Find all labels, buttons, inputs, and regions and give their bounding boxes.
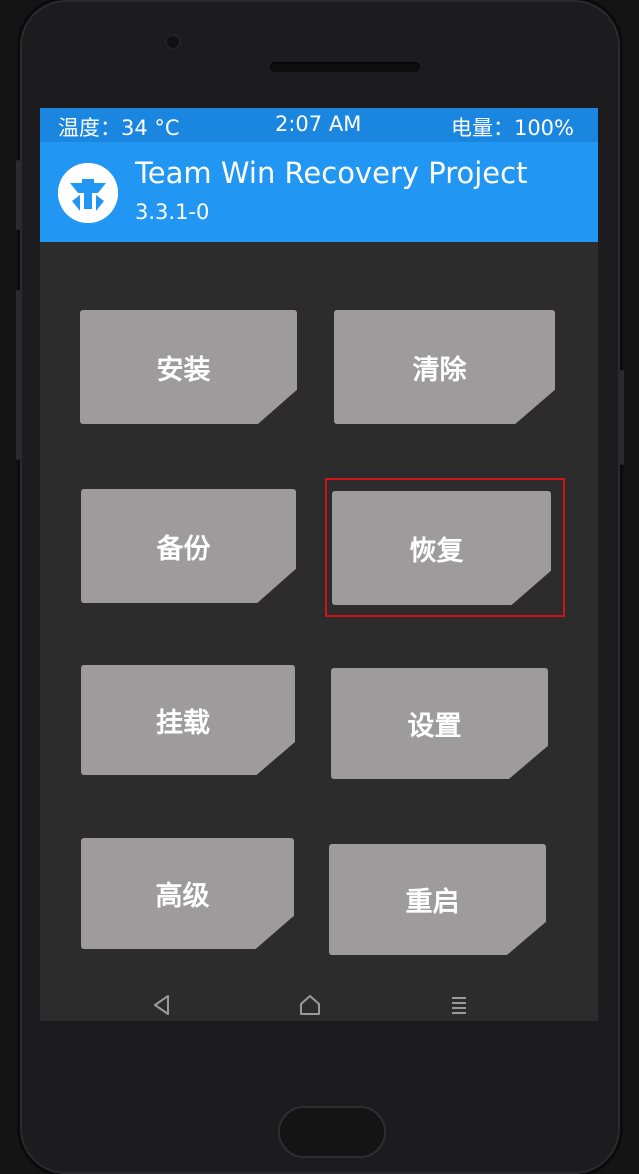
- restore-highlight-box: [325, 478, 565, 617]
- install-button[interactable]: 安装: [80, 310, 297, 424]
- status-bar: 温度：34 °C 2:07 AM 电量：100%: [40, 108, 598, 142]
- mount-label: 挂载: [156, 707, 210, 739]
- backup-button[interactable]: 备份: [81, 489, 296, 603]
- app-title: Team Win Recovery Project: [135, 156, 528, 190]
- wipe-label: 清除: [412, 354, 467, 386]
- twrp-logo-icon: [58, 163, 118, 223]
- volume-button: [16, 290, 20, 460]
- settings-label: 设置: [407, 711, 462, 742]
- settings-button[interactable]: 设置: [331, 668, 548, 779]
- home-button[interactable]: [280, 988, 340, 1021]
- earpiece: [270, 62, 420, 72]
- recovery-screen: 温度：34 °C 2:07 AM 电量：100% Team Win Recove…: [40, 108, 598, 1021]
- clock: 2:07 AM: [275, 112, 362, 136]
- mount-button[interactable]: 挂载: [81, 665, 295, 775]
- home-key[interactable]: [278, 1106, 386, 1158]
- menu-lines-icon: [452, 996, 466, 1014]
- front-camera: [165, 34, 181, 50]
- reboot-label: 重启: [405, 887, 460, 918]
- advanced-label: 高级: [155, 881, 210, 912]
- app-header: Team Win Recovery Project 3.3.1-0: [40, 142, 598, 242]
- back-triangle-icon: [154, 994, 169, 1015]
- reboot-button[interactable]: 重启: [329, 844, 546, 955]
- temperature-readout: 温度：34 °C: [58, 116, 180, 140]
- power-button: [16, 160, 20, 230]
- alert-slider: [620, 370, 624, 465]
- nav-bar: [40, 988, 598, 1021]
- install-label: 安装: [156, 354, 211, 386]
- menu-button[interactable]: [429, 988, 489, 1021]
- advanced-button[interactable]: 高级: [81, 838, 294, 949]
- app-version: 3.3.1-0: [135, 200, 210, 224]
- home-icon: [300, 994, 320, 1015]
- battery-readout: 电量：100%: [450, 116, 574, 140]
- wipe-button[interactable]: 清除: [334, 310, 555, 424]
- back-button[interactable]: [132, 988, 192, 1021]
- backup-label: 备份: [156, 533, 211, 565]
